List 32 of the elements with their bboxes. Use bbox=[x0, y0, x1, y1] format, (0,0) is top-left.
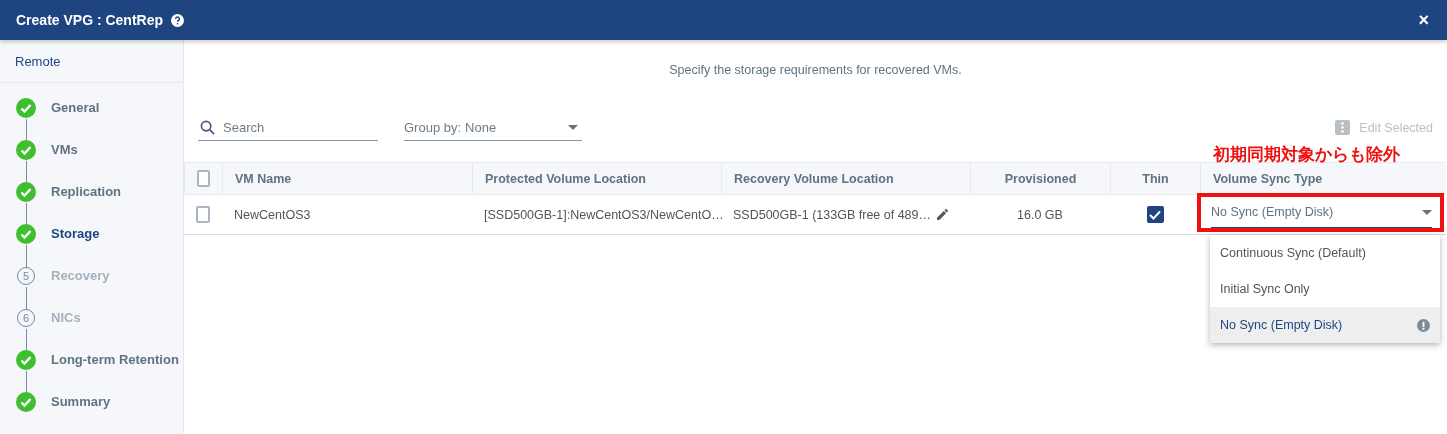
help-icon[interactable] bbox=[171, 13, 185, 27]
search-field[interactable]: Search bbox=[221, 119, 361, 136]
table-cell: [SSD500GB-1]:NewCentOS3/NewCentO… bbox=[484, 207, 724, 222]
menu-option[interactable]: Initial Sync Only bbox=[1210, 271, 1440, 307]
table-cell: SSD500GB-1 (133GB free of 489… bbox=[733, 207, 932, 222]
caret-icon bbox=[568, 125, 578, 130]
select-all-checkbox[interactable] bbox=[197, 170, 210, 187]
wizard-step[interactable]: VMs bbox=[51, 140, 78, 160]
description: Specify the storage requirements for recovered VMs. bbox=[669, 63, 962, 77]
row-checkbox[interactable] bbox=[196, 206, 210, 223]
menu-option[interactable]: No Sync (Empty Disk) bbox=[1210, 307, 1440, 343]
sync-type-dropdown[interactable]: No Sync (Empty Disk) bbox=[1197, 193, 1444, 232]
window-title: Create VPG : CentRep bbox=[16, 12, 164, 28]
search-icon bbox=[200, 120, 215, 135]
annotation-text: 初期同期対象からも除外 bbox=[1213, 144, 1400, 166]
table-cell: 16.0 GB bbox=[1017, 207, 1063, 222]
wizard-step[interactable]: Long-term Retention bbox=[51, 350, 179, 370]
menu-option[interactable]: Continuous Sync (Default) bbox=[1210, 235, 1440, 271]
edit-icon bbox=[1335, 120, 1351, 135]
section-title: Remote bbox=[15, 53, 61, 69]
pencil-icon[interactable] bbox=[937, 209, 949, 220]
wizard-step[interactable]: General bbox=[51, 98, 100, 118]
wizard-step[interactable]: Storage bbox=[51, 224, 100, 244]
column-header[interactable]: VM Name bbox=[235, 171, 292, 186]
column-header[interactable]: Thin bbox=[1142, 171, 1169, 186]
caret-icon bbox=[1422, 209, 1432, 215]
table-cell: NewCentOS3 bbox=[234, 207, 311, 222]
thin-checkbox[interactable] bbox=[1146, 206, 1164, 223]
group-by-dropdown[interactable]: Group by: None bbox=[404, 115, 582, 141]
close-button[interactable]: × bbox=[1414, 9, 1433, 31]
wizard-step[interactable]: Summary bbox=[51, 392, 111, 412]
wizard-step[interactable]: Replication bbox=[51, 182, 122, 202]
